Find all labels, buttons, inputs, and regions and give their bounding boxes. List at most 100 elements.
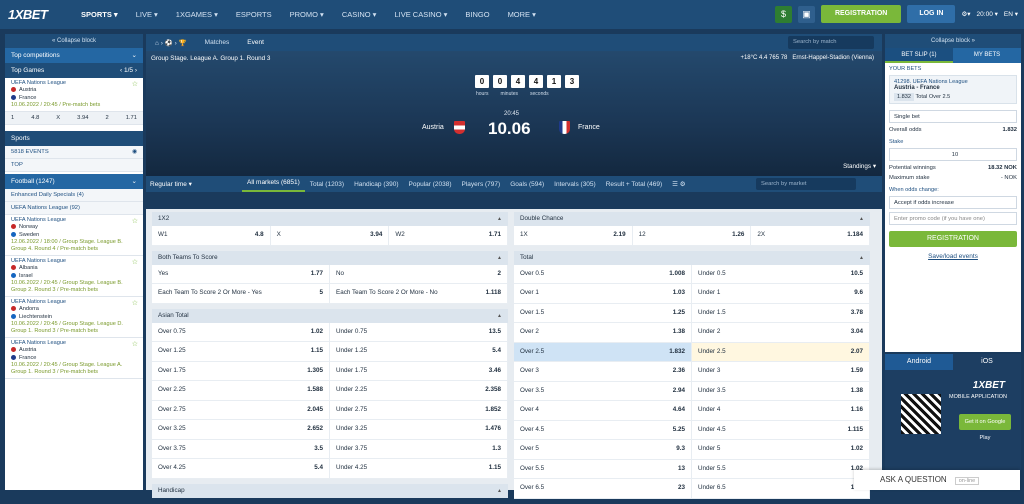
odd-cell[interactable]: Over 3.25 2.652 [152, 420, 330, 439]
betslip-registration-button[interactable]: REGISTRATION [889, 231, 1017, 247]
odd-cell[interactable]: Under 5 1.02 [692, 440, 870, 459]
odd-cell[interactable]: Over 4.25 5.4 [152, 459, 330, 478]
odd-cell[interactable]: Under 1.25 5.4 [330, 342, 508, 361]
star-icon[interactable]: ☆ [132, 299, 138, 307]
collapse-left-button[interactable]: « Collapse block [5, 34, 143, 48]
sport-football[interactable]: Football (1247) ⌄ [5, 174, 143, 189]
top-competitions-header[interactable]: Top competitions ⌄ [5, 48, 143, 63]
odd-cell[interactable]: Under 5.5 1.02 [692, 459, 870, 478]
odd-cell[interactable]: Over 0.75 1.02 [152, 322, 330, 341]
odd-cell[interactable]: Over 2.5 1.832 [514, 342, 692, 361]
odd-cell[interactable]: Under 2.5 2.07 [692, 342, 870, 361]
odd-cell[interactable]: Over 3 2.36 [514, 362, 692, 381]
odd-value-x[interactable]: 3.94 [77, 115, 88, 121]
tab-android[interactable]: Android [885, 354, 953, 370]
odd-cell[interactable]: Each Team To Score 2 Or More - No 1.118 [330, 284, 508, 303]
odd-cell[interactable]: Under 4.5 1.115 [692, 420, 870, 439]
nav-more[interactable]: MORE ▾ [499, 10, 545, 19]
bet-type-select[interactable]: Single bet [889, 110, 1017, 123]
settings-icon[interactable]: ⚙▾ [961, 10, 970, 18]
odd-cell[interactable]: Each Team To Score 2 Or More - Yes 5 [152, 284, 330, 303]
league-enhanced-specials[interactable]: Enhanced Daily Specials (4) [5, 189, 143, 202]
list-item[interactable]: UEFA Nations League Andorra Liechtenstei… [5, 297, 143, 338]
odd-cell[interactable]: Under 3.25 1.476 [330, 420, 508, 439]
top-game-card[interactable]: UEFA Nations League Austria France 10.06… [5, 78, 143, 112]
market-title[interactable]: Handicap [152, 483, 508, 498]
odd-cell[interactable]: Over 2.25 1.588 [152, 381, 330, 400]
odd-cell[interactable]: Over 4.5 5.25 [514, 420, 692, 439]
odd-value-1[interactable]: 4.8 [31, 115, 39, 121]
market-title[interactable]: Double Chance [514, 212, 870, 226]
list-item[interactable]: UEFA Nations League Albania Israel 10.06… [5, 256, 143, 297]
odd-cell[interactable]: Over 0.5 1.008 [514, 264, 692, 283]
dollar-icon[interactable]: $ [774, 5, 792, 23]
odd-cell[interactable]: W2 1.71 [389, 226, 509, 245]
max-stake-value[interactable]: - NOK [1001, 175, 1017, 181]
odd-cell[interactable]: Under 4 1.16 [692, 401, 870, 420]
tab-intervals[interactable]: Intervals (305) [549, 181, 601, 188]
odd-cell[interactable]: Under 3 1.59 [692, 362, 870, 381]
top-games-pager[interactable]: ‹ 1/5 › [120, 63, 137, 78]
list-item[interactable]: UEFA Nations League Norway Sweden 12.06.… [5, 215, 143, 256]
tab-event[interactable]: Event [238, 39, 273, 46]
odd-cell[interactable]: Under 0.75 13.5 [330, 322, 508, 341]
odd-cell[interactable]: Over 2.75 2.045 [152, 400, 330, 419]
star-icon[interactable]: ☆ [132, 80, 138, 88]
odd-cell[interactable]: X 3.94 [271, 226, 390, 245]
promo-code-input[interactable]: Enter promo code (if you have one) [889, 212, 1017, 225]
odd-cell[interactable]: Under 1 9.6 [692, 284, 870, 303]
standings-toggle[interactable]: Standings ▾ [843, 163, 876, 170]
star-icon[interactable]: ☆ [132, 258, 138, 266]
odd-cell[interactable]: 2X 1.184 [751, 226, 871, 245]
odds-change-select[interactable]: Accept if odds increase [889, 196, 1017, 209]
collapse-right-button[interactable]: Collapse block » [885, 34, 1021, 48]
ask-question-widget[interactable]: ASK A QUESTION on-line [854, 470, 1020, 490]
globe-icon[interactable]: ◉ [132, 146, 137, 158]
match-search-input[interactable]: Search by match [788, 36, 874, 49]
odd-cell[interactable]: Over 6.5 23 [514, 479, 692, 498]
market-title[interactable]: Asian Total [152, 308, 508, 323]
nav-1xgames[interactable]: 1XGAMES ▾ [167, 10, 227, 19]
nav-esports[interactable]: ESPORTS [227, 10, 281, 19]
odd-cell[interactable]: Under 6.51.01 [692, 479, 870, 498]
nav-casino[interactable]: CASINO ▾ [333, 10, 386, 19]
odd-cell[interactable]: Under 3.75 1.3 [330, 439, 508, 458]
odd-cell[interactable]: Under 2.75 1.852 [330, 400, 508, 419]
nav-bingo[interactable]: BINGO [456, 10, 498, 19]
nav-promo[interactable]: PROMO ▾ [281, 10, 333, 19]
time-selector[interactable]: 20:00 ▾ [977, 10, 998, 18]
gift-icon[interactable]: ▣ [797, 5, 815, 23]
regular-time-selector[interactable]: Regular time ▾ [146, 180, 242, 188]
odd-cell[interactable]: Over 1.75 1.305 [152, 361, 330, 380]
market-title[interactable]: Both Teams To Score [152, 250, 508, 265]
odd-cell[interactable]: Over 4 4.64 [514, 401, 692, 420]
menu-icon[interactable]: ☰ ⚙ [667, 180, 690, 188]
list-item[interactable]: UEFA Nations League Austria France 10.06… [5, 338, 143, 379]
odd-cell[interactable]: Over 1.5 1.25 [514, 303, 692, 322]
nav-live[interactable]: LIVE ▾ [127, 10, 167, 19]
tab-all-markets[interactable]: All markets (6851) [242, 176, 305, 192]
market-search-input[interactable]: Search by market [756, 178, 856, 190]
tab-bet-slip[interactable]: BET SLIP (1) [885, 48, 953, 63]
odd-cell[interactable]: Under 2.25 2.358 [330, 381, 508, 400]
stake-input[interactable]: 10 [889, 148, 1017, 161]
login-button[interactable]: LOG IN [907, 5, 956, 23]
star-icon[interactable]: ☆ [132, 340, 138, 348]
odd-cell[interactable]: 1X 2.19 [514, 226, 633, 245]
league-uefa-nations[interactable]: UEFA Nations League (92) [5, 202, 143, 215]
odd-cell[interactable]: Under 4.25 1.15 [330, 459, 508, 478]
odd-cell[interactable]: Over 2 1.38 [514, 323, 692, 342]
odd-cell[interactable]: Over 1.25 1.15 [152, 342, 330, 361]
tab-popular[interactable]: Popular (2038) [404, 181, 457, 188]
odd-cell[interactable]: Under 2 3.04 [692, 323, 870, 342]
odd-cell[interactable]: Yes 1.77 [152, 264, 330, 283]
odd-cell[interactable]: Over 5.5 13 [514, 459, 692, 478]
market-title[interactable]: Total [514, 250, 870, 265]
home-icon[interactable]: ⌂ › ⚽ › 🏆 [146, 39, 196, 47]
odd-cell[interactable]: No 2 [330, 264, 508, 283]
odd-cell[interactable]: 12 1.26 [633, 226, 752, 245]
odd-cell[interactable]: Under 1.75 3.46 [330, 361, 508, 380]
nav-sports[interactable]: SPORTS ▾ [72, 10, 127, 19]
tab-players[interactable]: Players (797) [457, 181, 506, 188]
language-selector[interactable]: EN ▾ [1004, 10, 1018, 18]
